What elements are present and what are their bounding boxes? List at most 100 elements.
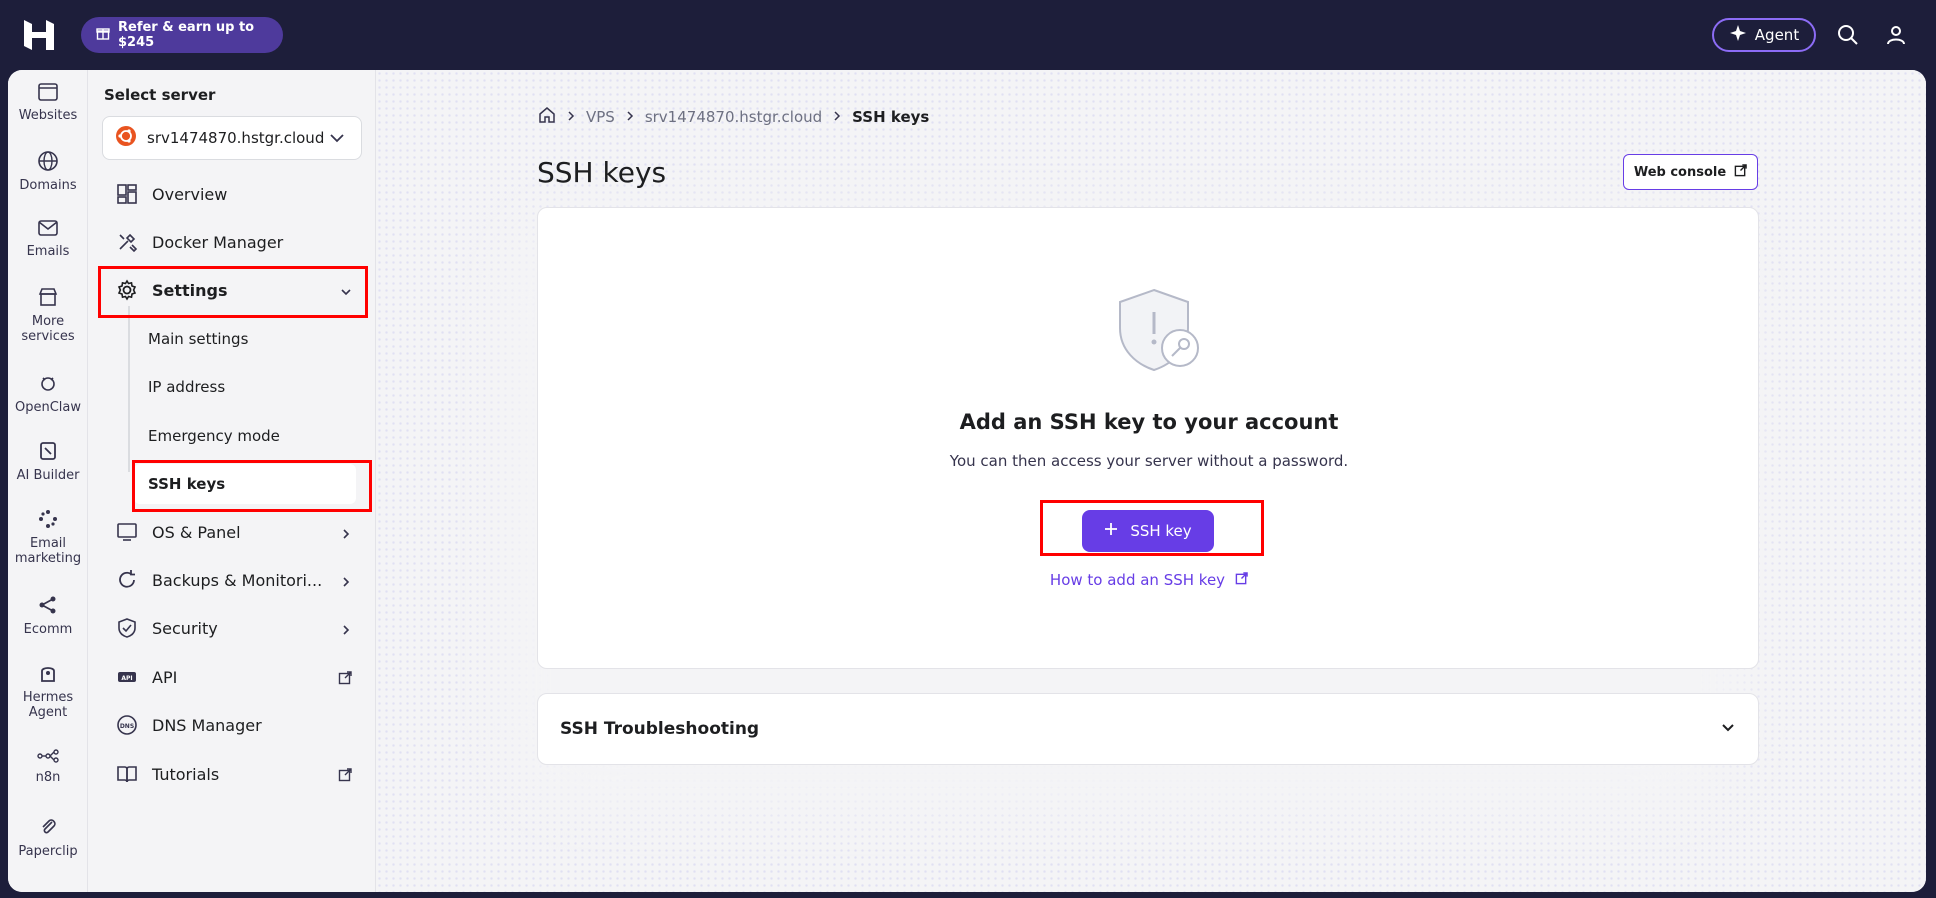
hermes-icon bbox=[41, 667, 55, 682]
sidebar-item-dns-manager[interactable]: DNS DNS Manager bbox=[102, 705, 368, 745]
shield-check-icon bbox=[118, 618, 136, 638]
sidebar-item-api[interactable]: API API bbox=[102, 657, 368, 697]
sidebar-item-settings[interactable]: Settings bbox=[102, 270, 368, 310]
claw-icon bbox=[41, 377, 55, 391]
rail-item-more-services[interactable]: More services bbox=[8, 286, 88, 344]
rail-item-n8n[interactable]: n8n bbox=[8, 748, 88, 785]
tools-icon bbox=[119, 233, 138, 253]
web-console-label: Web console bbox=[1633, 164, 1727, 180]
rail-item-openclaw[interactable]: OpenClaw bbox=[8, 372, 88, 415]
sidebar-item-backups-monitoring[interactable]: Backups & Monitori... bbox=[102, 560, 368, 600]
sidebar-item-label: Tutorials bbox=[152, 764, 220, 784]
app-frame: Websites Domains Emails More services Op… bbox=[8, 70, 1926, 892]
chevron-down-icon bbox=[340, 283, 352, 302]
rail-item-ecomm[interactable]: Ecomm bbox=[8, 594, 88, 637]
rail-item-hermes-agent[interactable]: Hermes Agent bbox=[8, 662, 88, 720]
ai-builder-icon bbox=[40, 442, 56, 460]
breadcrumb-server[interactable]: srv1474870.hstgr.cloud bbox=[645, 108, 822, 126]
chevron-right-icon bbox=[340, 621, 352, 640]
paperclip-icon bbox=[42, 819, 56, 834]
breadcrumb-vps[interactable]: VPS bbox=[586, 108, 615, 126]
home-icon[interactable] bbox=[538, 106, 556, 128]
store-icon bbox=[38, 288, 58, 306]
refer-earn-button[interactable]: Refer & earn up to $245 bbox=[81, 17, 283, 53]
sidebar-item-label: DNS Manager bbox=[152, 715, 262, 735]
sidebar-item-label: Backups & Monitori... bbox=[152, 570, 323, 590]
gear-icon bbox=[117, 279, 137, 301]
sidebar-subitem-ssh-keys[interactable]: SSH keys bbox=[134, 464, 356, 504]
add-ssh-key-button[interactable]: SSH key bbox=[1082, 510, 1214, 552]
shield-key-icon bbox=[1114, 286, 1206, 374]
empty-state-subtitle: You can then access your server without … bbox=[949, 452, 1349, 470]
refer-label: Refer & earn up to $245 bbox=[118, 20, 255, 50]
how-link-label: How to add an SSH key bbox=[1049, 571, 1226, 589]
n8n-icon bbox=[37, 749, 59, 763]
select-server-label: Select server bbox=[104, 86, 216, 104]
chevron-right-icon bbox=[832, 108, 842, 126]
rail-item-domains[interactable]: Domains bbox=[8, 150, 88, 193]
ssh-troubleshooting-accordion[interactable]: SSH Troubleshooting bbox=[537, 693, 1759, 765]
dns-icon: DNS bbox=[117, 715, 137, 735]
mail-icon bbox=[38, 220, 58, 236]
submenu-divider bbox=[128, 306, 130, 472]
how-to-add-ssh-key-link[interactable]: How to add an SSH key bbox=[538, 571, 1760, 589]
main-content: VPS srv1474870.hstgr.cloud SSH keys SSH … bbox=[376, 70, 1926, 892]
sidebar-item-security[interactable]: Security bbox=[102, 608, 368, 648]
rail-item-email-marketing[interactable]: Email marketing bbox=[8, 508, 88, 566]
user-icon[interactable] bbox=[1884, 23, 1908, 47]
email-marketing-icon bbox=[39, 510, 57, 528]
sidebar-subitem-emergency-mode[interactable]: Emergency mode bbox=[134, 416, 356, 456]
external-link-icon bbox=[338, 670, 352, 689]
breadcrumb: VPS srv1474870.hstgr.cloud SSH keys bbox=[538, 106, 929, 128]
sidebar-item-label: OS & Panel bbox=[152, 522, 241, 542]
rail-item-emails[interactable]: Emails bbox=[8, 218, 88, 259]
sidebar-subitem-main-settings[interactable]: Main settings bbox=[134, 319, 356, 359]
ubuntu-icon bbox=[115, 125, 137, 151]
refresh-icon bbox=[119, 570, 135, 588]
browser-icon bbox=[38, 83, 58, 101]
chevron-right-icon bbox=[340, 525, 352, 544]
sidebar-subitem-ip-address[interactable]: IP address bbox=[134, 367, 356, 407]
chevron-right-icon bbox=[340, 573, 352, 592]
sparkle-icon bbox=[1729, 24, 1747, 46]
server-name: srv1474870.hstgr.cloud bbox=[147, 129, 325, 147]
empty-state-card: Add an SSH key to your account You can t… bbox=[537, 207, 1759, 669]
sidebar-item-label: Security bbox=[152, 618, 218, 638]
book-icon bbox=[117, 766, 137, 783]
chevron-right-icon bbox=[625, 108, 635, 126]
chevron-down-icon bbox=[1720, 720, 1736, 741]
hostinger-logo-icon[interactable] bbox=[22, 18, 56, 52]
server-sidebar: Select server srv1474870.hstgr.cloud Ove… bbox=[88, 70, 376, 892]
gift-icon bbox=[96, 26, 110, 44]
external-link-icon bbox=[1235, 571, 1248, 589]
dashboard-icon bbox=[117, 184, 137, 204]
agent-button[interactable]: Agent bbox=[1712, 18, 1816, 52]
plus-icon bbox=[1104, 522, 1118, 540]
page-title: SSH keys bbox=[537, 156, 667, 189]
sidebar-item-overview[interactable]: Overview bbox=[102, 174, 368, 214]
rail-item-paperclip[interactable]: Paperclip bbox=[8, 816, 88, 859]
server-select[interactable]: srv1474870.hstgr.cloud bbox=[102, 116, 362, 160]
rail-item-ai-builder[interactable]: AI Builder bbox=[8, 440, 88, 483]
chevron-right-icon bbox=[566, 108, 576, 126]
monitor-icon bbox=[117, 523, 137, 541]
rail-item-websites[interactable]: Websites bbox=[8, 82, 88, 123]
sidebar-item-os-panel[interactable]: OS & Panel bbox=[102, 512, 368, 552]
svg-text:DNS: DNS bbox=[120, 723, 134, 730]
sidebar-item-label: Overview bbox=[152, 184, 228, 204]
globe-icon bbox=[38, 151, 58, 171]
sidebar-item-label: API bbox=[152, 667, 178, 687]
top-bar: Refer & earn up to $245 Agent bbox=[0, 0, 1936, 70]
search-icon[interactable] bbox=[1836, 23, 1860, 47]
agent-label: Agent bbox=[1754, 26, 1800, 44]
sidebar-item-tutorials[interactable]: Tutorials bbox=[102, 754, 368, 794]
sidebar-item-label: Settings bbox=[152, 280, 228, 300]
api-icon: API bbox=[118, 672, 136, 682]
empty-state-title: Add an SSH key to your account bbox=[959, 410, 1339, 434]
svg-text:API: API bbox=[121, 675, 132, 682]
chevron-down-icon bbox=[329, 130, 345, 150]
sidebar-item-docker-manager[interactable]: Docker Manager bbox=[102, 222, 368, 262]
sidebar-item-label: Docker Manager bbox=[152, 232, 284, 252]
ecomm-icon bbox=[39, 596, 56, 614]
web-console-button[interactable]: Web console bbox=[1623, 154, 1758, 190]
